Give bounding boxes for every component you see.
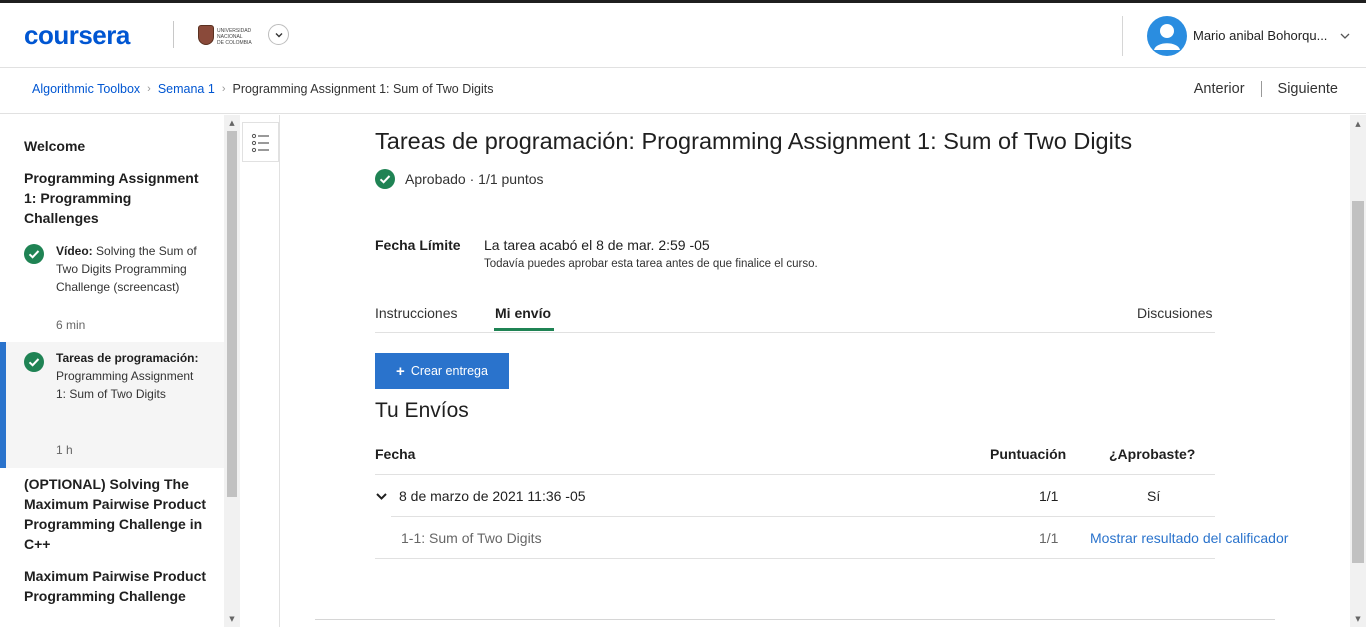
column-header-passed: ¿Aprobaste? — [1109, 446, 1196, 462]
submission-date[interactable]: 8 de marzo de 2021 11:36 -05 — [399, 488, 586, 504]
sidebar-item-video[interactable]: Vídeo: Solving the Sum of Two Digits Pro… — [0, 237, 224, 341]
prev-next-nav: Anterior Siguiente — [1194, 81, 1338, 97]
show-grader-output-link[interactable]: Mostrar resultado del calificador — [1090, 530, 1288, 546]
table-divider — [391, 516, 1215, 517]
main-scrollbar-thumb[interactable] — [1352, 201, 1364, 563]
course-sidebar: Welcome Programming Assignment 1: Progra… — [0, 115, 224, 627]
completed-check-icon — [24, 352, 44, 372]
user-name[interactable]: Mario anibal Bohorqu... — [1193, 28, 1327, 43]
sidebar-item-label: Vídeo: Solving the Sum of Two Digits Pro… — [56, 244, 197, 294]
user-avatar[interactable] — [1147, 16, 1187, 56]
status-text: Aprobado · 1/1 puntos — [405, 171, 544, 187]
deadline-value: La tarea acabó el 8 de mar. 2:59 -05 — [484, 237, 710, 253]
plus-icon: + — [396, 362, 405, 380]
sidebar-item-label: Tareas de programación: Programming Assi… — [56, 351, 199, 401]
completed-check-icon — [24, 244, 44, 264]
scroll-down-arrow-icon[interactable]: ▼ — [227, 614, 237, 624]
sidebar-section-max-pairwise[interactable]: Maximum Pairwise Product Programming Cha… — [24, 566, 209, 606]
top-header: coursera UNIVERSIDAD NACIONAL DE COLOMBI… — [0, 3, 1366, 68]
part-score: 1/1 — [1039, 530, 1059, 546]
sidebar-section-optional[interactable]: (OPTIONAL) Solving The Maximum Pairwise … — [24, 474, 209, 554]
table-divider — [375, 474, 1215, 475]
page-title: Tareas de programación: Programming Assi… — [375, 128, 1133, 154]
previous-button[interactable]: Anterior — [1194, 81, 1245, 97]
table-divider — [375, 558, 1215, 559]
tab-instructions[interactable]: Instrucciones — [375, 305, 457, 321]
sidebar-item-duration: 6 min — [56, 318, 86, 332]
next-button[interactable]: Siguiente — [1278, 81, 1338, 97]
breadcrumb: Algorithmic Toolbox › Semana 1 › Program… — [32, 82, 493, 96]
chevron-right-icon: › — [221, 83, 226, 95]
list-icon — [251, 133, 269, 153]
scroll-up-arrow-icon[interactable]: ▲ — [227, 118, 237, 128]
assignment-tabs: Instrucciones Mi envío Discusiones — [375, 298, 1215, 333]
university-name: UNIVERSIDAD NACIONAL DE COLOMBIA — [217, 28, 252, 46]
user-icon — [1154, 24, 1180, 50]
sidebar-section-title[interactable]: Programming Assignment 1: Programming Ch… — [24, 168, 209, 228]
university-shield-icon — [198, 25, 214, 45]
column-header-score: Puntuación — [990, 446, 1067, 462]
grade-status: Aprobado · 1/1 puntos — [375, 169, 544, 189]
passed-check-icon — [375, 169, 395, 189]
column-header-date: Fecha — [375, 446, 416, 462]
header-divider — [173, 21, 174, 48]
breadcrumb-bar: Algorithmic Toolbox › Semana 1 › Program… — [0, 68, 1366, 114]
nav-divider — [1260, 81, 1262, 97]
submission-score: 1/1 — [1039, 488, 1059, 504]
expand-chevron-icon[interactable] — [375, 490, 388, 503]
active-tab-indicator — [494, 328, 554, 331]
sidebar-item-duration: 1 h — [56, 443, 73, 457]
tab-my-submission[interactable]: Mi envío — [495, 305, 551, 321]
part-name: 1-1: Sum of Two Digits — [401, 530, 542, 546]
deadline-label: Fecha Límite — [375, 237, 461, 253]
breadcrumb-course[interactable]: Algorithmic Toolbox — [32, 82, 140, 96]
coursera-logo[interactable]: coursera — [24, 20, 130, 51]
content-bottom-divider — [315, 619, 1275, 620]
sidebar-toggle-column — [241, 115, 280, 627]
create-submission-label: Crear entrega — [410, 364, 488, 378]
sidebar-welcome[interactable]: Welcome — [24, 136, 85, 156]
header-divider-right — [1122, 16, 1123, 56]
user-menu-chevron-icon[interactable] — [1339, 30, 1351, 42]
university-logo[interactable]: UNIVERSIDAD NACIONAL DE COLOMBIA — [198, 23, 252, 47]
scroll-up-arrow-icon[interactable]: ▲ — [1352, 119, 1364, 129]
breadcrumb-week[interactable]: Semana 1 — [158, 82, 215, 96]
breadcrumb-current: Programming Assignment 1: Sum of Two Dig… — [232, 82, 494, 96]
create-submission-button[interactable]: + Crear entrega — [375, 353, 509, 389]
scroll-down-arrow-icon[interactable]: ▼ — [1352, 614, 1364, 624]
toggle-outline-button[interactable] — [242, 122, 279, 162]
sidebar-scrollbar-thumb[interactable] — [227, 131, 237, 497]
submissions-heading: Tu Envíos — [375, 399, 469, 422]
deadline-note: Todavía puedes aprobar esta tarea antes … — [484, 258, 818, 270]
university-dropdown-button[interactable] — [268, 24, 289, 45]
chevron-down-icon — [275, 32, 282, 37]
sidebar-item-assignment[interactable]: Tareas de programación: Programming Assi… — [0, 342, 224, 468]
chevron-right-icon: › — [147, 83, 151, 95]
tab-discussions[interactable]: Discusiones — [1137, 305, 1212, 321]
submission-passed: Sí — [1147, 488, 1161, 504]
